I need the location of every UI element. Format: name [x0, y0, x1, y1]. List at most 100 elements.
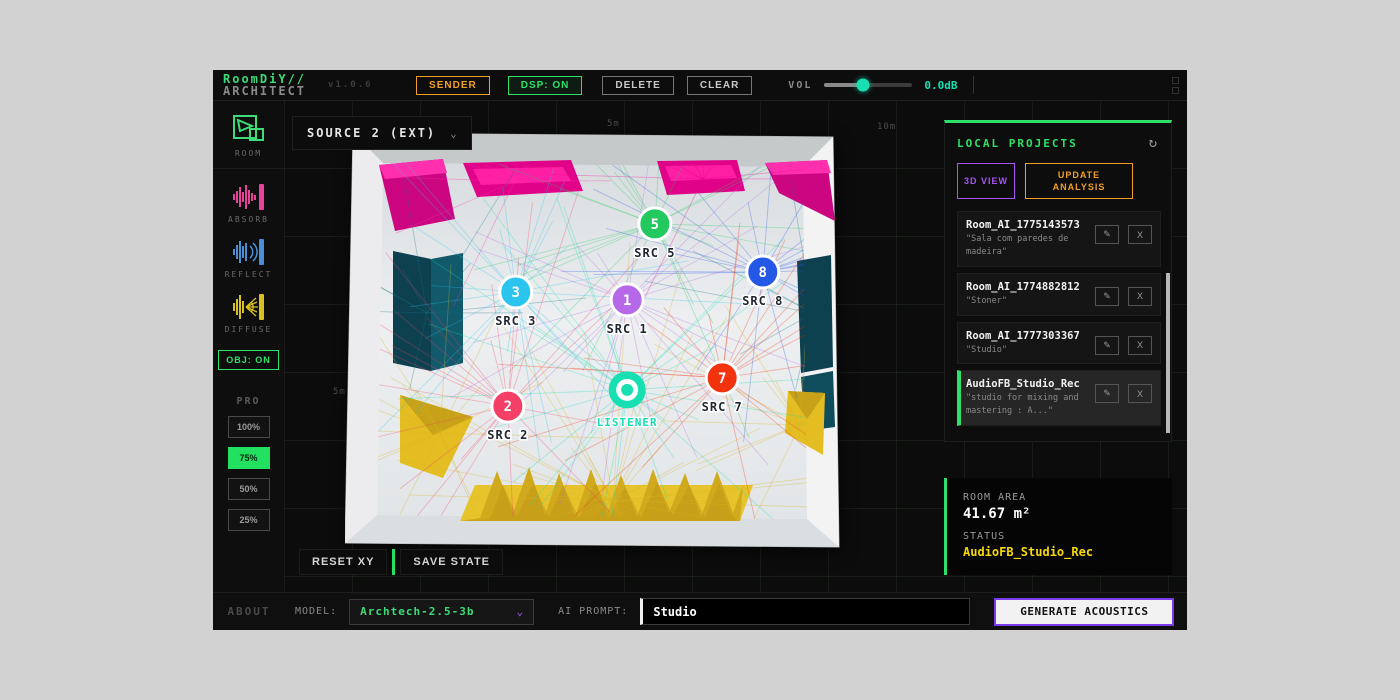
zoom-100-button[interactable]: 100%: [228, 416, 270, 438]
dsp-toggle-button[interactable]: DSP: ON: [508, 76, 583, 95]
delete-project-button[interactable]: X: [1128, 384, 1152, 403]
project-list-item[interactable]: Room_AI_1774882812 "Stoner" ✎ X: [957, 273, 1161, 316]
projects-title: LOCAL PROJECTS: [957, 137, 1078, 150]
window-square-icon[interactable]: [1172, 77, 1179, 84]
canvas-bottom-buttons: RESET XY SAVE STATE: [299, 549, 503, 575]
delete-project-button[interactable]: X: [1128, 287, 1152, 306]
clear-button[interactable]: CLEAR: [687, 76, 752, 95]
update-analysis-button[interactable]: UPDATE ANALYSIS: [1025, 163, 1133, 199]
sidebar-item-label: ABSORB: [228, 215, 269, 224]
volume-slider[interactable]: [824, 83, 912, 87]
room-icon: [231, 111, 267, 145]
source-label: SRC 1: [607, 322, 648, 336]
model-dropdown-value: Archtech-2.5-3b: [360, 605, 474, 618]
3d-view-button[interactable]: 3D VIEW: [957, 163, 1015, 199]
pro-label: PRO: [236, 396, 260, 407]
zoom-50-button[interactable]: 50%: [228, 478, 270, 500]
projects-actions: 3D VIEW UPDATE ANALYSIS: [957, 163, 1161, 199]
refresh-icon[interactable]: ↻: [1149, 135, 1157, 151]
status-value: AudioFB_Studio_Rec: [963, 545, 1172, 559]
status-label: STATUS: [963, 531, 1172, 542]
generate-acoustics-button[interactable]: GENERATE ACOUSTICS: [994, 598, 1174, 626]
absorb-waveform-icon: [233, 183, 265, 211]
version-label: v1.0.6: [328, 80, 388, 90]
app-logo: RoomDiY// ARCHITECT: [223, 73, 306, 97]
project-description: "studio for mixing and mastering : A...": [966, 392, 1091, 418]
source-label: SRC 2: [487, 428, 528, 442]
reset-xy-button[interactable]: RESET XY: [299, 549, 387, 575]
sidebar-item-reflect[interactable]: REFLECT: [225, 238, 273, 279]
svg-text:8: 8: [759, 265, 767, 281]
diffuse-waveform-icon: [233, 293, 265, 321]
zoom-75-button[interactable]: 75%: [228, 447, 270, 469]
svg-text:1: 1: [623, 293, 631, 309]
edit-project-button[interactable]: ✎: [1095, 225, 1119, 244]
ruler-5m-left: 5m: [333, 387, 346, 397]
app-title-line2: ARCHITECT: [223, 85, 306, 97]
projects-list: Room_AI_1775143573 "Sala com paredes de …: [957, 211, 1161, 426]
project-list-item[interactable]: Room_AI_1775143573 "Sala com paredes de …: [957, 211, 1161, 267]
project-name: AudioFB_Studio_Rec: [966, 378, 1091, 390]
project-list-item-selected[interactable]: AudioFB_Studio_Rec "studio for mixing an…: [957, 370, 1161, 426]
reflect-waveform-icon: [233, 238, 265, 266]
sidebar-item-label: DIFFUSE: [225, 325, 273, 334]
delete-button[interactable]: DELETE: [602, 76, 673, 95]
zoom-25-button[interactable]: 25%: [228, 509, 270, 531]
delete-project-button[interactable]: X: [1128, 225, 1152, 244]
project-list-item[interactable]: Room_AI_1777303367 "Studio" ✎ X: [957, 322, 1161, 365]
roomdiy-architect-app: RoomDiY// ARCHITECT v1.0.6 SENDER DSP: O…: [213, 70, 1187, 630]
source-selector-dropdown[interactable]: SOURCE 2 (EXT) ⌄: [292, 116, 472, 150]
room-svg: 5 SRC 5 8 SRC 8 3 SRC 3 1 SRC 1 2 SRC 2 7 SRC 7 LIST…: [345, 133, 840, 548]
objects-toggle-button[interactable]: OBJ: ON: [218, 350, 279, 370]
ai-prompt-input[interactable]: [640, 598, 970, 625]
model-label: MODEL:: [295, 606, 337, 617]
chevron-down-icon: ⌄: [450, 127, 457, 140]
volume-value: 0.0dB: [924, 79, 957, 92]
room-area-value: 41.67 m²: [963, 506, 1172, 522]
sidebar-item-label: REFLECT: [225, 270, 273, 279]
source-label: SRC 7: [702, 400, 743, 414]
room-info-panel: ROOM AREA 41.67 m² STATUS AudioFB_Studio…: [944, 478, 1172, 575]
bottom-toolbar: ABOUT MODEL: Archtech-2.5-3b ⌄ AI PROMPT…: [213, 592, 1187, 630]
sidebar-item-label: ROOM: [235, 149, 262, 158]
svg-text:7: 7: [718, 371, 726, 387]
sidebar-item-absorb[interactable]: ABSORB: [228, 183, 269, 224]
project-name: Room_AI_1777303367: [966, 330, 1091, 342]
room-3d-view[interactable]: 5 SRC 5 8 SRC 8 3 SRC 3 1 SRC 1 2 SRC 2 7 SRC 7 LIST…: [345, 133, 840, 548]
source-label: SRC 5: [634, 246, 675, 260]
model-dropdown[interactable]: Archtech-2.5-3b ⌄: [349, 599, 534, 625]
toolbar-divider: [973, 76, 974, 94]
chevron-down-icon: ⌄: [517, 605, 524, 618]
svg-text:5: 5: [651, 217, 659, 233]
room-area-label: ROOM AREA: [963, 492, 1172, 503]
top-toolbar: RoomDiY// ARCHITECT v1.0.6 SENDER DSP: O…: [213, 70, 1187, 101]
svg-text:2: 2: [504, 399, 512, 415]
window-square-icon[interactable]: [1172, 87, 1179, 94]
project-description: "Studio": [966, 344, 1091, 357]
project-name: Room_AI_1775143573: [966, 219, 1091, 231]
edit-project-button[interactable]: ✎: [1095, 287, 1119, 306]
left-sidebar: ROOM ABSORB: [213, 101, 285, 592]
sidebar-item-room[interactable]: ROOM: [213, 111, 284, 169]
sidebar-item-diffuse[interactable]: DIFFUSE: [225, 293, 273, 334]
green-separator: [392, 549, 395, 575]
sender-button[interactable]: SENDER: [416, 76, 490, 95]
projects-scrollbar[interactable]: [1166, 273, 1170, 433]
project-description: "Stoner": [966, 295, 1091, 308]
about-link[interactable]: ABOUT: [213, 605, 285, 618]
ruler-10m-top: 10m: [877, 122, 896, 132]
listener-label: LISTENER: [597, 416, 658, 429]
edit-project-button[interactable]: ✎: [1095, 336, 1119, 355]
source-label: SRC 3: [495, 314, 536, 328]
source-label: SRC 8: [742, 294, 783, 308]
local-projects-panel: LOCAL PROJECTS ↻ 3D VIEW UPDATE ANALYSIS…: [944, 120, 1172, 442]
room-left-wall: [345, 133, 383, 543]
delete-project-button[interactable]: X: [1128, 336, 1152, 355]
volume-slider-knob[interactable]: [857, 79, 870, 92]
save-state-button[interactable]: SAVE STATE: [400, 549, 503, 575]
projects-header: LOCAL PROJECTS ↻: [957, 135, 1161, 151]
volume-label: VOL: [788, 80, 812, 91]
svg-text:3: 3: [512, 285, 520, 301]
ai-prompt-label: AI PROMPT:: [558, 606, 628, 617]
edit-project-button[interactable]: ✎: [1095, 384, 1119, 403]
